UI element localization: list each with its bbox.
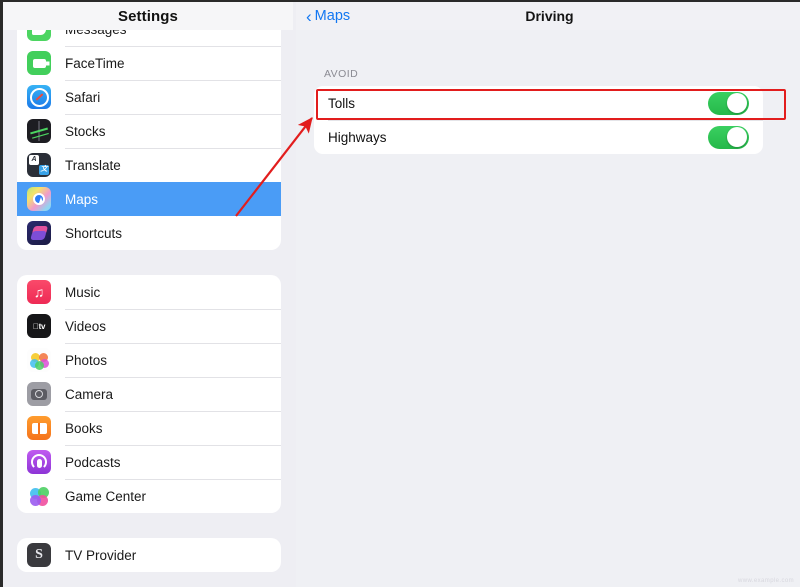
watermark: www.example.com bbox=[737, 578, 794, 584]
music-icon bbox=[27, 280, 51, 304]
chevron-left-icon: ‹ bbox=[306, 6, 312, 26]
sidebar-item-label: Camera bbox=[65, 386, 114, 402]
sidebar-scroll-area[interactable]: Messages FaceTime Safari Stocks A文 bbox=[3, 12, 293, 587]
sidebar-item-maps[interactable]: Maps bbox=[17, 182, 281, 216]
stocks-icon bbox=[27, 119, 51, 143]
podcasts-icon bbox=[27, 450, 51, 474]
setting-row-highways[interactable]: Highways bbox=[314, 120, 763, 154]
maps-icon bbox=[27, 187, 51, 211]
sidebar-item-label: Books bbox=[65, 420, 103, 436]
driving-detail-pane: ‹ Maps Driving AVOID Tolls Highways bbox=[296, 2, 800, 587]
sidebar-header: Settings bbox=[3, 2, 293, 30]
facetime-icon bbox=[27, 51, 51, 75]
sidebar-item-videos[interactable]: Videos bbox=[17, 309, 281, 343]
toggle-knob bbox=[727, 93, 747, 113]
sidebar-item-label: Safari bbox=[65, 89, 101, 105]
tolls-toggle[interactable] bbox=[708, 91, 749, 115]
setting-row-tolls[interactable]: Tolls bbox=[314, 86, 763, 120]
gamecenter-icon bbox=[27, 484, 51, 508]
sidebar-item-label: Music bbox=[65, 284, 101, 300]
sidebar-item-podcasts[interactable]: Podcasts bbox=[17, 445, 281, 479]
safari-icon bbox=[27, 85, 51, 109]
sidebar-item-label: Videos bbox=[65, 318, 107, 334]
sidebar-item-tv-provider[interactable]: TV Provider bbox=[17, 538, 281, 572]
sidebar-item-camera[interactable]: Camera bbox=[17, 377, 281, 411]
sidebar-item-label: Podcasts bbox=[65, 454, 121, 470]
sidebar-item-photos[interactable]: Photos bbox=[17, 343, 281, 377]
camera-icon bbox=[27, 382, 51, 406]
page-title: Driving bbox=[525, 8, 574, 24]
appletv-icon bbox=[27, 314, 51, 338]
apps-group-3: TV Provider bbox=[17, 538, 281, 572]
photos-icon bbox=[27, 348, 51, 372]
apps-group-2: Music Videos Photos bbox=[17, 275, 281, 513]
sidebar-item-facetime[interactable]: FaceTime bbox=[17, 46, 281, 80]
sidebar-item-books[interactable]: Books bbox=[17, 411, 281, 445]
toggle-knob bbox=[727, 127, 747, 147]
books-icon bbox=[27, 416, 51, 440]
sidebar-item-safari[interactable]: Safari bbox=[17, 80, 281, 114]
apps-group-1: Messages FaceTime Safari Stocks A文 bbox=[17, 12, 281, 250]
sidebar-item-music[interactable]: Music bbox=[17, 275, 281, 309]
sidebar-item-label: FaceTime bbox=[65, 55, 125, 71]
settings-sidebar: Settings Messages FaceTime Safari bbox=[3, 2, 293, 587]
avoid-settings-group: Tolls Highways bbox=[314, 86, 763, 154]
sidebar-item-translate[interactable]: A文 Translate bbox=[17, 148, 281, 182]
sidebar-item-label: Stocks bbox=[65, 123, 106, 139]
sidebar-title: Settings bbox=[118, 7, 178, 25]
sidebar-item-stocks[interactable]: Stocks bbox=[17, 114, 281, 148]
sidebar-item-label: TV Provider bbox=[65, 547, 137, 563]
setting-label: Highways bbox=[328, 129, 387, 145]
sidebar-item-shortcuts[interactable]: Shortcuts bbox=[17, 216, 281, 250]
sidebar-item-game-center[interactable]: Game Center bbox=[17, 479, 281, 513]
sidebar-item-label: Maps bbox=[65, 191, 99, 207]
back-button[interactable]: ‹ Maps bbox=[306, 8, 350, 25]
tvprovider-icon bbox=[27, 543, 51, 567]
translate-icon: A文 bbox=[27, 153, 51, 177]
sidebar-item-label: Translate bbox=[65, 157, 121, 173]
back-button-label: Maps bbox=[314, 8, 351, 24]
section-header-avoid: AVOID bbox=[324, 68, 359, 80]
ipad-settings-screen: Settings Messages FaceTime Safari bbox=[0, 0, 800, 587]
sidebar-item-label: Shortcuts bbox=[65, 225, 123, 241]
sidebar-item-label: Photos bbox=[65, 352, 108, 368]
shortcuts-icon bbox=[27, 221, 51, 245]
highways-toggle[interactable] bbox=[708, 125, 749, 149]
setting-label: Tolls bbox=[328, 95, 356, 111]
sidebar-item-label: Game Center bbox=[65, 488, 147, 504]
detail-header: ‹ Maps Driving bbox=[296, 2, 800, 30]
